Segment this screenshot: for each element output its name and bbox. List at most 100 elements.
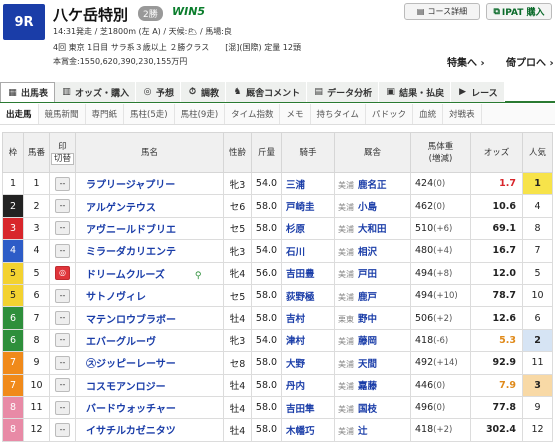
odds-value: 7.9 <box>470 373 523 397</box>
horse-name-link[interactable]: イサチルカゼニタツ <box>86 426 176 437</box>
col-umaban[interactable]: 馬番 <box>23 132 50 173</box>
trainer-link[interactable]: 相沢 <box>358 247 377 258</box>
horse-number: 10 <box>23 373 50 397</box>
jockey-change-icon: ⚲ <box>194 270 202 281</box>
jockey-link[interactable]: 荻野極 <box>281 283 335 308</box>
tab-data-analysis[interactable]: ▤ データ分析 <box>307 82 380 102</box>
trainer-link[interactable]: 天間 <box>358 359 377 370</box>
subtab-newspaper[interactable]: 競馬新聞 <box>39 104 86 124</box>
trainer-link[interactable]: 鹿名正 <box>358 180 387 191</box>
mark-toggle[interactable]: 切替 <box>50 152 74 165</box>
ipat-purchase-button[interactable]: ⧉ IPAT 購入 <box>486 3 552 20</box>
horse-number: 11 <box>23 395 50 420</box>
trainer-link[interactable]: 辻 <box>358 426 368 437</box>
tab-odds[interactable]: ▥ オッズ・購入 <box>55 82 137 102</box>
body-weight-cell: 424(0) <box>410 171 471 196</box>
horse-name-link[interactable]: ㋜ジッピーレーサー <box>86 359 176 370</box>
jockey-link[interactable]: 石川 <box>281 239 335 263</box>
mark-button[interactable]: -- <box>55 333 70 348</box>
special-feature-link[interactable]: 特集へ › <box>447 54 485 69</box>
horse-name-link[interactable]: コスモアンロジー <box>86 382 166 393</box>
jockey-link[interactable]: 戸崎圭 <box>281 194 335 218</box>
weight-diff: (-6) <box>433 335 449 346</box>
trainer-cell: 美浦 戸田 <box>334 261 411 285</box>
popularity-rank: 11 <box>522 351 553 375</box>
mark-button[interactable]: ◎ <box>55 266 70 281</box>
horse-name-link[interactable]: エバーグルーヴ <box>86 337 156 348</box>
subtab-best-time[interactable]: 持ちタイム <box>311 104 366 124</box>
race-title: 八ケ岳特別 <box>53 6 129 24</box>
trainer-link[interactable]: 国枝 <box>358 404 377 415</box>
subtab-matchup[interactable]: 対戦表 <box>443 104 482 124</box>
trainer-link[interactable]: 野中 <box>358 314 377 325</box>
trainer-link[interactable]: 小島 <box>358 202 377 213</box>
horse-name-link[interactable]: ラプリージャプリー <box>86 180 175 191</box>
tab-training[interactable]: ⏱ 調教 <box>181 82 227 102</box>
body-weight-cell: 418(-6) <box>410 328 471 353</box>
mark-button[interactable]: -- <box>55 378 70 393</box>
trainer-cell: 美浦 鹿名正 <box>334 171 411 196</box>
jockey-link[interactable]: 大野 <box>281 351 335 375</box>
mark-button[interactable]: -- <box>55 400 70 415</box>
jockey-link[interactable]: 木幡巧 <box>281 418 335 442</box>
weight-diff: (+2) <box>433 425 453 436</box>
tab-prediction[interactable]: ◎ 予想 <box>136 82 182 102</box>
sex-age: セ6 <box>223 194 252 218</box>
col-odds[interactable]: オッズ <box>470 132 523 173</box>
trainer-link[interactable]: 鹿戸 <box>358 292 377 303</box>
subtab-time-index[interactable]: タイム指数 <box>225 104 281 124</box>
trainer-cell: 美浦 国枝 <box>334 395 411 420</box>
subtab-pedigree[interactable]: 血統 <box>413 104 444 124</box>
subtab-runners[interactable]: 出走馬 <box>0 104 39 124</box>
subtab-paddock[interactable]: パドック <box>366 104 414 124</box>
mark-button[interactable]: -- <box>55 355 70 370</box>
mark-button[interactable]: -- <box>55 311 70 326</box>
weight-diff: (0) <box>433 403 446 414</box>
subtab-past9[interactable]: 馬柱(9走) <box>175 104 226 124</box>
tab-results[interactable]: ▣ 結果・払戻 <box>379 82 452 102</box>
trainer-link[interactable]: 大和田 <box>358 224 387 235</box>
course-detail-button[interactable]: ▤ コース詳細 <box>404 3 480 20</box>
jockey-link[interactable]: 三浦 <box>281 171 335 196</box>
horse-name-link[interactable]: ミラーダカリエンテ <box>86 247 176 258</box>
subtab-past5[interactable]: 馬柱(5走) <box>124 104 175 124</box>
waku-number: 7 <box>2 351 24 375</box>
mark-button[interactable]: -- <box>55 288 70 303</box>
horse-name-link[interactable]: バードウォッチャー <box>86 404 176 415</box>
carried-weight: 54.0 <box>251 328 282 353</box>
jockey-link[interactable]: 吉田豊 <box>281 261 335 285</box>
horse-name-cell: アヴニールドブリエ <box>75 216 224 241</box>
col-bodyweight[interactable]: 馬体重 (増減) <box>410 132 471 173</box>
body-weight-cell: 492(+14) <box>410 351 471 375</box>
stopwatch-icon: ⏱ <box>189 87 197 97</box>
jockey-link[interactable]: 津村 <box>281 328 335 353</box>
horse-name-link[interactable]: マテンロウブラボー <box>86 315 176 326</box>
horse-name-link[interactable]: サトノヴィレ <box>86 292 146 303</box>
trainer-link[interactable]: 嘉藤 <box>358 381 377 392</box>
jockey-link[interactable]: 吉村 <box>281 306 335 330</box>
trainer-region: 美浦 <box>338 337 354 347</box>
horse-name-link[interactable]: ドリームクルーズ <box>86 270 165 281</box>
subtab-specialist[interactable]: 専門紙 <box>86 104 125 124</box>
jockey-link[interactable]: 杉原 <box>281 216 335 241</box>
pro-link[interactable]: 倚プロへ › <box>506 54 554 69</box>
mark-button[interactable]: -- <box>55 422 70 437</box>
tab-race[interactable]: ▶ レース <box>451 82 505 102</box>
mark-button[interactable]: -- <box>55 199 70 214</box>
col-popularity[interactable]: 人気 <box>522 132 553 173</box>
horse-row: 7 9 -- ㋜ジッピーレーサー セ8 58.0 大野 美浦 天間 492(+14) 92.9 11 <box>2 351 553 375</box>
tab-race-card[interactable]: ▦ 出馬表 <box>0 82 56 102</box>
trainer-link[interactable]: 藤岡 <box>358 336 377 347</box>
mark-cell: -- <box>49 171 76 196</box>
horse-name-link[interactable]: アヴニールドブリエ <box>86 225 176 236</box>
trainer-link[interactable]: 戸田 <box>358 269 377 280</box>
mark-button[interactable]: -- <box>55 243 70 258</box>
horse-name-link[interactable]: アルゲンテウス <box>86 203 156 214</box>
mark-button[interactable]: -- <box>55 221 70 236</box>
jockey-link[interactable]: 丹内 <box>281 373 335 397</box>
jockey-link[interactable]: 吉田隼 <box>281 395 335 420</box>
tab-stable-comments[interactable]: ♞ 厩舎コメント <box>226 82 308 102</box>
subtab-memo[interactable]: メモ <box>280 104 311 124</box>
mark-button[interactable]: -- <box>55 176 70 191</box>
chart-icon: ▥ <box>62 87 71 97</box>
